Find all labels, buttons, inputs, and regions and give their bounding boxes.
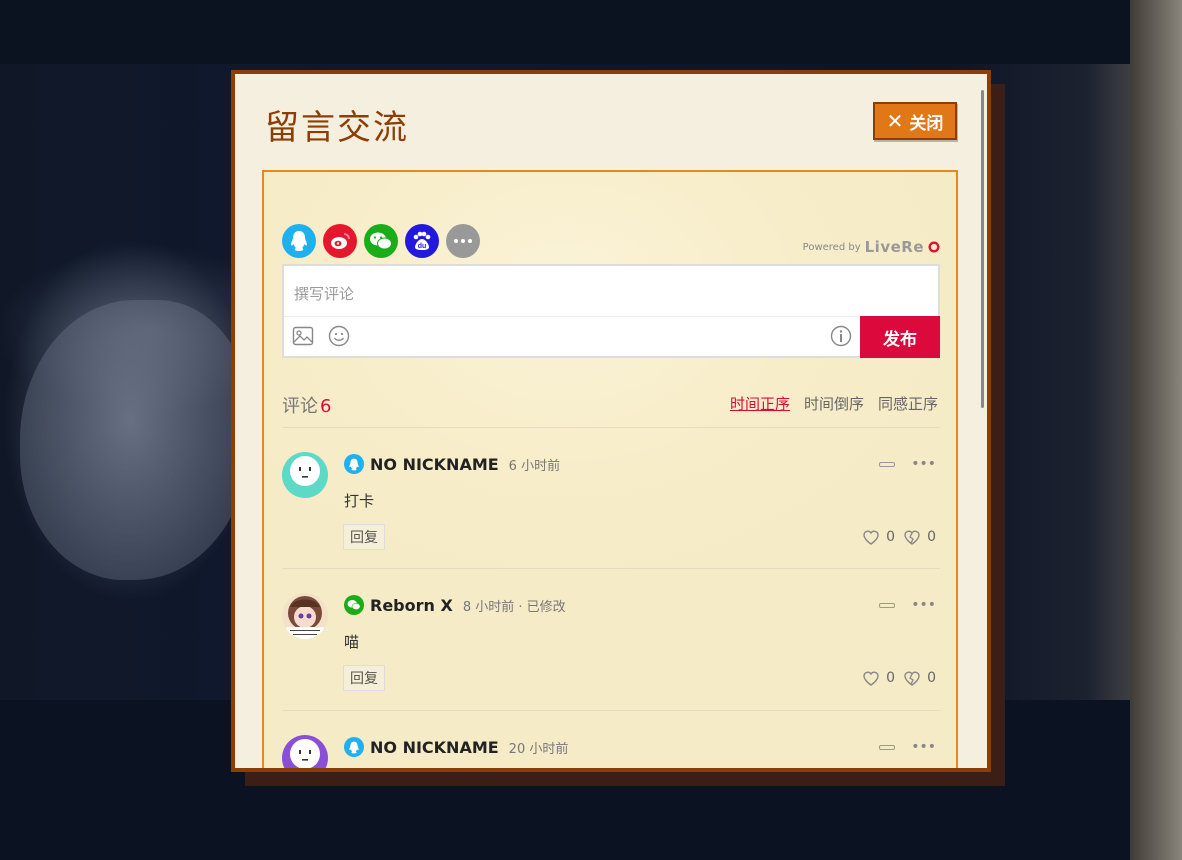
reply-button[interactable]: 回复	[343, 524, 385, 550]
dislike-count: 0	[927, 670, 936, 686]
info-icon[interactable]	[830, 325, 852, 347]
like-count: 0	[886, 670, 896, 686]
wechat-icon[interactable]	[364, 224, 398, 258]
dislike-button[interactable]: 0	[903, 670, 936, 686]
comment-author[interactable]: NO NICKNAME	[370, 455, 499, 474]
powered-prefix: Powered by	[802, 241, 861, 253]
close-icon: ✕	[886, 109, 904, 133]
baidu-icon[interactable]: du	[405, 224, 439, 258]
emoji-icon[interactable]	[328, 325, 350, 347]
comment-menu: •••	[879, 597, 936, 613]
qq-icon	[344, 454, 364, 474]
comment-time: 8 小时前 · 已修改	[462, 599, 566, 615]
more-icon[interactable]	[446, 224, 480, 258]
reply-button[interactable]: 回复	[343, 665, 385, 691]
comment-item: NO NICKNAME 20 小时前 •••	[282, 711, 940, 768]
close-button[interactable]: ✕ 关闭	[873, 102, 957, 140]
like-button[interactable]: 0	[862, 529, 895, 545]
livere-panel: du Powered by LiveRe 撰写评论 发布 评论 6 时间正序 时…	[262, 170, 958, 768]
qq-icon	[344, 737, 364, 757]
comment-header: Reborn X 8 小时前 · 已修改	[344, 595, 566, 615]
comment-time: 6 小时前	[508, 458, 561, 474]
post-button[interactable]: 发布	[860, 316, 940, 358]
dialog-title: 留言交流	[265, 108, 409, 148]
comment-menu: •••	[879, 456, 936, 472]
livere-o-icon	[928, 241, 940, 253]
comment-dialog: 留言交流 ✕ 关闭 du Powered by LiveRe 撰写评论 发布 评…	[231, 70, 991, 772]
sort-likes[interactable]: 同感正序	[878, 393, 938, 414]
comment-editor: 撰写评论 发布	[282, 264, 940, 358]
collapse-icon[interactable]	[879, 744, 896, 750]
like-count: 0	[886, 529, 896, 545]
qq-icon[interactable]	[282, 224, 316, 258]
collapse-icon[interactable]	[879, 602, 896, 608]
sort-time-desc[interactable]: 时间倒序	[804, 393, 864, 414]
comment-item: NO NICKNAME 6 小时前 打卡 回复 ••• 0 0	[282, 428, 940, 568]
svg-text:du: du	[418, 243, 427, 250]
more-options-icon[interactable]: •••	[911, 456, 936, 472]
image-upload-icon[interactable]	[292, 325, 314, 347]
avatar[interactable]	[282, 593, 328, 639]
comment-text: 打卡	[344, 492, 375, 510]
scrollbar[interactable]	[981, 90, 984, 408]
comment-item: Reborn X 8 小时前 · 已修改 喵 回复 ••• 0 0	[282, 569, 940, 709]
social-login-bar: du	[282, 224, 480, 258]
comment-time: 20 小时前	[508, 741, 569, 757]
comment-menu: •••	[879, 739, 936, 755]
comment-author[interactable]: NO NICKNAME	[370, 738, 499, 757]
collapse-icon[interactable]	[879, 461, 896, 467]
powered-by[interactable]: Powered by LiveRe	[803, 238, 940, 256]
weibo-icon[interactable]	[323, 224, 357, 258]
comment-text: 喵	[344, 633, 360, 651]
editor-toolbar	[284, 316, 938, 357]
dislike-count: 0	[927, 529, 936, 545]
avatar[interactable]	[282, 452, 328, 498]
comment-header: NO NICKNAME 20 小时前	[344, 737, 568, 757]
avatar[interactable]	[282, 735, 328, 768]
heart-icon	[863, 530, 879, 545]
livere-logo: LiveRe	[865, 238, 924, 256]
dislike-button[interactable]: 0	[903, 529, 936, 545]
comment-header: NO NICKNAME 6 小时前	[344, 454, 560, 474]
comment-count-number: 6	[320, 396, 332, 417]
brand-name: LiveRe	[864, 238, 924, 256]
vote-bar: 0 0	[862, 670, 936, 686]
wechat-icon	[344, 595, 364, 615]
heart-icon	[863, 671, 879, 686]
comment-count: 评论 6	[282, 392, 331, 418]
like-button[interactable]: 0	[862, 670, 895, 686]
close-label: 关闭	[909, 113, 944, 134]
broken-heart-icon	[904, 530, 920, 545]
vote-bar: 0 0	[862, 529, 936, 545]
comment-count-label: 评论	[282, 396, 318, 417]
broken-heart-icon	[904, 671, 920, 686]
sort-options: 时间正序 时间倒序 同感正序	[730, 393, 938, 414]
comment-author[interactable]: Reborn X	[370, 596, 453, 615]
sort-time-asc[interactable]: 时间正序	[730, 393, 790, 414]
comment-input[interactable]: 撰写评论	[294, 283, 354, 304]
more-options-icon[interactable]: •••	[911, 597, 936, 613]
more-options-icon[interactable]: •••	[911, 739, 936, 755]
